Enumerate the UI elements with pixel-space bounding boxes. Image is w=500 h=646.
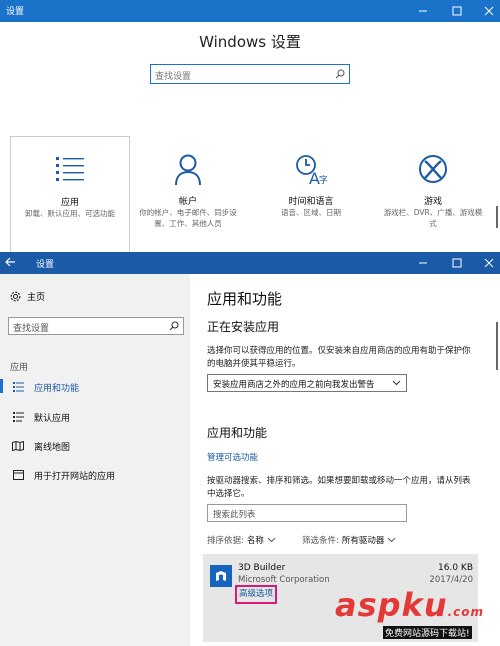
category-desc: 你的帐户、电子邮件、同步设置、工作、其他人员 <box>139 208 237 228</box>
sidebar-item-default-apps[interactable]: 默认应用 <box>0 407 190 427</box>
category-apps[interactable]: 应用 卸载、默认应用、可选功能 <box>10 136 130 254</box>
app-source-dropdown[interactable]: 安装应用商店之外的应用之前向我发出警告 <box>207 374 407 392</box>
chevron-down-icon <box>392 380 401 386</box>
category-label: 时间和语言 <box>288 197 334 207</box>
sidebar-item-label: 用于打开网站的应用 <box>34 471 116 482</box>
app-size: 16.0 KB <box>438 563 473 573</box>
close-icon <box>484 258 494 268</box>
close-icon <box>484 6 494 16</box>
page-title: 应用和功能 <box>207 290 283 308</box>
maximize-icon <box>452 258 462 268</box>
watermark-subtext: 免费网站源码下载站! <box>383 626 472 639</box>
window-title: 设置 <box>6 7 25 17</box>
sidebar-item-label: 应用和功能 <box>34 383 80 394</box>
category-label: 帐户 <box>178 197 197 207</box>
minimize-button[interactable] <box>412 0 434 22</box>
filter-value: 所有驱动器 <box>341 536 385 546</box>
sidebar-section-label: 应用 <box>10 363 29 373</box>
sort-label: 排序依据: <box>207 536 244 546</box>
category-gaming[interactable]: 游戏 游戏栏、DVR、广播、游戏模式 <box>375 136 491 252</box>
category-desc: 卸载、默认应用、可选功能 <box>25 209 115 218</box>
sidebar-item-home[interactable]: 主页 <box>10 290 45 303</box>
apps-list-icon <box>56 155 84 185</box>
settings-home-window: 设置 Windows 设置 查找设置 应用 卸载、默认应用、可选功能 帐户 你的… <box>0 0 500 254</box>
maximize-button[interactable] <box>446 0 468 22</box>
svg-text:字: 字 <box>319 174 327 186</box>
minimize-icon <box>419 10 427 12</box>
gear-icon <box>10 291 21 302</box>
title-bar: 设置 <box>0 0 500 22</box>
section-title-installing: 正在安装应用 <box>207 320 280 334</box>
apps-features-icon <box>10 382 26 392</box>
title-bar: 设置 <box>0 252 500 274</box>
category-accounts[interactable]: 帐户 你的帐户、电子邮件、同步设置、工作、其他人员 <box>130 136 246 252</box>
home-label: 主页 <box>27 293 46 303</box>
chevron-down-icon <box>267 534 276 546</box>
default-apps-icon <box>10 412 26 422</box>
sort-value: 名称 <box>246 536 264 546</box>
person-icon <box>174 154 202 186</box>
sidebar-item-label: 离线地图 <box>34 442 71 453</box>
apps-description: 按驱动器搜索、排序和筛选。如果想要卸载或移动一个应用，请从列表中选择它。 <box>207 476 471 499</box>
xbox-icon <box>418 154 448 184</box>
watermark-text: aspku.com <box>335 586 485 624</box>
app-publisher: Microsoft Corporation <box>238 575 330 585</box>
search-placeholder: 查找设置 <box>13 324 50 334</box>
category-desc: 语音、区域、日期 <box>281 208 341 217</box>
advanced-options-link[interactable]: 高级选项 <box>235 585 278 604</box>
page-title: Windows 设置 <box>199 33 301 51</box>
website-apps-icon <box>10 470 26 480</box>
search-placeholder: 查找设置 <box>155 72 192 82</box>
filter-label: 筛选条件: <box>302 536 339 546</box>
list-search-input[interactable]: 搜索此列表 <box>207 504 407 522</box>
back-arrow-icon <box>5 257 15 267</box>
window-title: 设置 <box>36 260 55 270</box>
category-label: 应用 <box>60 198 79 208</box>
section-title-apps: 应用和功能 <box>207 426 268 440</box>
close-button[interactable] <box>478 252 500 274</box>
scrollbar-thumb[interactable] <box>496 206 498 228</box>
sidebar-search-input[interactable]: 查找设置 <box>8 317 184 335</box>
sidebar-item-label: 默认应用 <box>34 413 71 424</box>
category-label: 游戏 <box>423 197 442 207</box>
filter-dropdown[interactable]: 筛选条件: 所有驱动器 <box>302 534 396 546</box>
offline-maps-icon <box>10 441 26 451</box>
category-time-language[interactable]: A 字 时间和语言 语音、区域、日期 <box>253 136 369 252</box>
back-button[interactable] <box>4 255 16 269</box>
time-language-icon: A 字 <box>295 154 327 186</box>
3d-builder-icon <box>210 565 232 587</box>
category-desc: 游戏栏、DVR、广播、游戏模式 <box>383 208 483 228</box>
search-placeholder: 搜索此列表 <box>213 510 256 520</box>
sidebar-item-apps-features[interactable]: 应用和功能 <box>0 377 190 397</box>
search-input[interactable]: 查找设置 <box>150 64 350 84</box>
sort-dropdown[interactable]: 排序依据: 名称 <box>207 534 276 546</box>
dropdown-value: 安装应用商店之外的应用之前向我发出警告 <box>213 380 375 390</box>
search-icon <box>169 321 179 331</box>
manage-optional-features-link[interactable]: 管理可选功能 <box>207 451 258 463</box>
sidebar-item-website-apps[interactable]: 用于打开网站的应用 <box>0 465 190 485</box>
minimize-button[interactable] <box>412 252 434 274</box>
app-install-date: 2017/4/20 <box>429 575 473 585</box>
app-name: 3D Builder <box>238 563 286 573</box>
scrollbar-thumb[interactable] <box>496 322 498 370</box>
search-icon <box>335 69 345 79</box>
close-button[interactable] <box>478 0 500 22</box>
watermark-logo: aspku.com 免费网站源码下载站! <box>335 586 500 646</box>
chevron-down-icon <box>387 534 396 546</box>
minimize-icon <box>419 262 427 264</box>
installing-description: 选择你可以获得应用的位置。仅安装来自应用商店的应用有助于保护你的电脑并使其平稳运… <box>207 346 471 369</box>
maximize-button[interactable] <box>446 252 468 274</box>
sidebar-item-offline-maps[interactable]: 离线地图 <box>0 436 190 456</box>
maximize-icon <box>452 6 462 16</box>
